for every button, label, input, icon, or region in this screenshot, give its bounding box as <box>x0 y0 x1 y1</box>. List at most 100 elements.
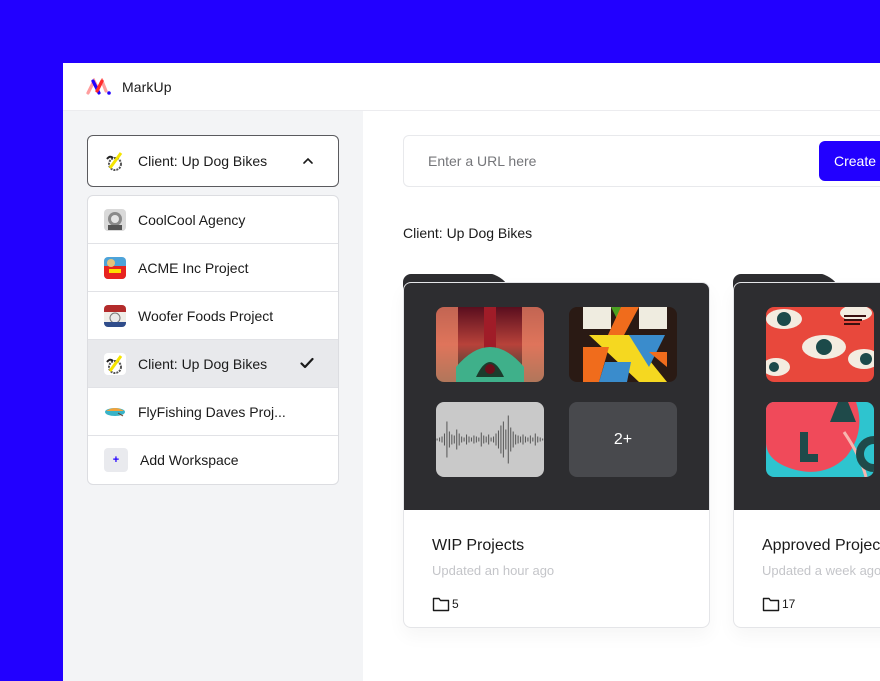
thumbnail-abstract-art <box>436 307 544 382</box>
folder-count-value: 17 <box>782 597 796 611</box>
top-bar: MarkUp <box>63 63 880 111</box>
add-workspace-button[interactable]: + Add Workspace <box>88 436 338 484</box>
waveform-bar <box>461 436 463 443</box>
updog-avatar-icon <box>104 352 126 375</box>
waveform-bar <box>502 421 504 458</box>
waveform-bar <box>539 437 541 442</box>
folder-count: 17 <box>762 596 795 612</box>
waveform-bar <box>524 436 526 443</box>
main-content: Create Client: Up Dog Bikes <box>363 111 880 681</box>
workspace-item-label: CoolCool Agency <box>138 211 246 228</box>
waveform-bar <box>458 433 460 446</box>
waveform-bar <box>532 437 534 442</box>
waveform-bar <box>478 437 480 442</box>
folder-body: Approved Projects Updated a week ago 17 <box>733 282 880 628</box>
waveform-bar <box>468 436 470 443</box>
workspace-selector[interactable]: Client: Up Dog Bikes <box>87 135 339 187</box>
waveform-bar <box>436 438 438 441</box>
waveform-bar <box>529 435 531 444</box>
waveform-bar <box>497 430 499 449</box>
workspace-item-coolcool[interactable]: CoolCool Agency <box>88 196 338 244</box>
folder-count: 5 <box>432 596 459 612</box>
folder-name: WIP Projects <box>432 537 525 554</box>
workspace-menu: CoolCool Agency ACME Inc Project Woofer … <box>87 195 339 485</box>
url-bar: Create <box>403 135 880 187</box>
create-button[interactable]: Create <box>819 141 880 181</box>
workspace-selector-label: Client: Up Dog Bikes <box>138 153 268 169</box>
workspace-item-updog[interactable]: Client: Up Dog Bikes <box>88 340 338 388</box>
waveform-bar <box>507 415 509 464</box>
waveform-bar <box>534 433 536 446</box>
folder-count-value: 5 <box>452 597 459 611</box>
workspace-item-label: FlyFishing Daves Proj... <box>138 403 286 420</box>
waveform-bar <box>448 431 450 448</box>
waveform-bar <box>542 438 544 441</box>
waveform-bar <box>515 434 517 445</box>
folder-updated: Updated a week ago <box>762 563 880 578</box>
workspace-item-acme[interactable]: ACME Inc Project <box>88 244 338 292</box>
add-workspace-label: Add Workspace <box>140 452 239 468</box>
waveform-bar <box>473 435 475 444</box>
checkmark-icon <box>300 357 314 369</box>
waveform-bar <box>522 434 524 445</box>
thumbnail-eyes-poster <box>766 307 874 382</box>
updog-avatar-icon <box>106 152 123 171</box>
waveform-bar <box>439 437 441 442</box>
chevron-up-icon <box>303 157 313 164</box>
plus-icon: + <box>104 448 128 472</box>
waveform-bar <box>483 435 485 444</box>
waveform-bar <box>517 435 519 444</box>
waveform-bar <box>475 436 477 443</box>
folder-card-wip[interactable]: 2+ WIP Projects Updated an hour ago 5 <box>403 274 710 628</box>
workspace-item-woofer[interactable]: Woofer Foods Project <box>88 292 338 340</box>
thumbnail-audio-waveform <box>436 402 544 477</box>
coolcool-avatar-icon <box>104 208 126 231</box>
waveform-bar <box>537 436 539 443</box>
workspace-item-label: ACME Inc Project <box>138 259 249 276</box>
sidebar: Client: Up Dog Bikes CoolCool Agency ACM… <box>63 111 363 681</box>
waveform-icon <box>436 415 544 464</box>
waveform-bar <box>480 432 482 447</box>
waveform-bar <box>527 437 529 442</box>
waveform-bar <box>446 421 448 458</box>
flyfishing-avatar-icon <box>105 407 125 416</box>
folder-icon <box>762 597 780 612</box>
waveform-bar <box>512 431 514 448</box>
folder-updated: Updated an hour ago <box>432 563 555 578</box>
folder-preview <box>734 283 880 510</box>
waveform-bar <box>466 434 468 445</box>
waveform-bar <box>500 425 502 454</box>
waveform-bar <box>493 436 495 443</box>
workspace-item-label: Client: Up Dog Bikes <box>138 355 268 372</box>
waveform-bar <box>488 434 490 445</box>
thumbnail-typographic-poster <box>766 402 874 477</box>
more-thumbnails-badge: 2+ <box>569 402 677 477</box>
woofer-avatar-icon <box>104 304 126 327</box>
thumbnail-geometric-poster <box>569 307 677 382</box>
waveform-bar <box>505 429 507 450</box>
waveform-bar <box>485 436 487 443</box>
app-window: MarkUp Client: Up Dog Bikes CoolCool Age… <box>63 63 880 681</box>
waveform-bar <box>520 436 522 443</box>
waveform-bar <box>470 437 472 442</box>
workspace-item-label: Woofer Foods Project <box>138 307 274 324</box>
folder-body: 2+ WIP Projects Updated an hour ago 5 <box>403 282 710 628</box>
folder-icon <box>432 597 450 612</box>
url-input[interactable] <box>404 136 814 186</box>
waveform-bar <box>453 435 455 444</box>
folder-card-approved[interactable]: Approved Projects Updated a week ago 17 <box>733 274 880 628</box>
waveform-bar <box>490 437 492 442</box>
waveform-bar <box>443 433 445 446</box>
waveform-bar <box>510 427 512 452</box>
markup-logo-icon <box>86 77 111 95</box>
folder-name: Approved Projects <box>762 537 880 554</box>
waveform-bar <box>495 433 497 446</box>
waveform-bar <box>451 434 453 445</box>
folder-preview: 2+ <box>404 283 709 510</box>
waveform-bar <box>456 429 458 450</box>
workspace-item-flyfishing[interactable]: FlyFishing Daves Proj... <box>88 388 338 436</box>
section-title: Client: Up Dog Bikes <box>403 225 533 241</box>
waveform-bar <box>441 436 443 443</box>
brand-name: MarkUp <box>122 78 172 95</box>
acme-avatar-icon <box>104 256 126 279</box>
